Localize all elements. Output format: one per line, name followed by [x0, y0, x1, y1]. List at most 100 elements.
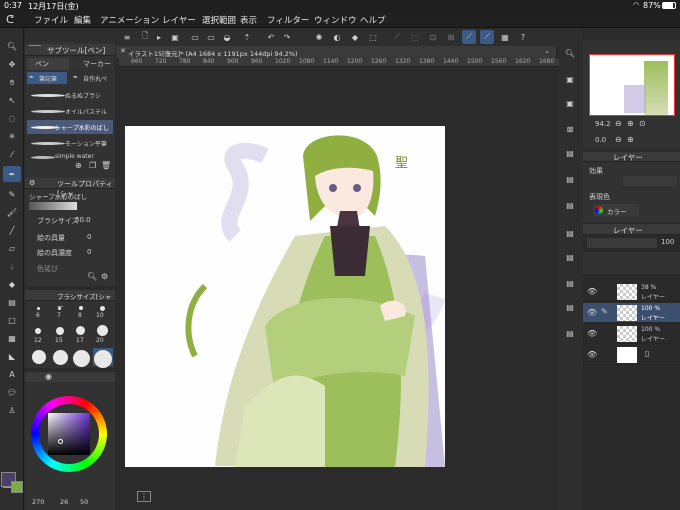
blend-mode-select[interactable]: [587, 238, 657, 248]
magic-wand-icon[interactable]: ✳: [3, 128, 21, 145]
delete-subtool-icon[interactable]: 🗑︎: [101, 161, 111, 170]
undo-icon[interactable]: ↶: [264, 30, 278, 44]
doc3-icon[interactable]: ▤: [563, 226, 577, 240]
brush-size-value[interactable]: 50.0: [75, 216, 91, 224]
eye-icon[interactable]: 👁︎: [587, 308, 597, 317]
invert-selection-icon[interactable]: ⬚: [408, 30, 422, 44]
color-square[interactable]: [48, 413, 90, 455]
companion-icon[interactable]: ▣: [168, 30, 182, 44]
gradient-icon[interactable]: ▤: [3, 294, 21, 311]
menu-layer[interactable]: レイヤー: [162, 14, 196, 26]
color-picker-cursor[interactable]: [58, 439, 63, 444]
fit-icon[interactable]: ⊙: [639, 119, 646, 128]
layer-row[interactable]: 👁︎ 38 % レイヤー: [583, 282, 680, 302]
toggle-panel-icon[interactable]: ▭: [188, 30, 202, 44]
rotate-left-icon[interactable]: ⊖: [615, 135, 622, 144]
document-tab[interactable]: ✕ イラスト15[復元]* (A4 1684 x 1191px 144dpi 9…: [116, 46, 556, 58]
menu-view[interactable]: 表示: [240, 14, 257, 26]
brush-item[interactable]: モーション平筆: [27, 136, 113, 150]
eye-icon[interactable]: 👁︎: [587, 350, 597, 359]
brush-item-selected[interactable]: シャープ水彩のばし: [27, 120, 113, 134]
eye-icon[interactable]: 👁︎: [587, 329, 597, 338]
sub-drawing-color[interactable]: [11, 481, 23, 493]
menu-selection[interactable]: 選択範囲: [202, 14, 236, 26]
brush-size-option[interactable]: 6: [36, 312, 40, 319]
correction-icon[interactable]: ♙: [3, 402, 21, 419]
deselect-icon[interactable]: ⟋: [390, 30, 404, 44]
layer-row-selected[interactable]: 👁︎ ✎ 100 % レイヤー: [583, 303, 680, 323]
tab-brush-set-1[interactable]: ✒ 筆記筆: [27, 72, 67, 84]
brush-size-option[interactable]: 20: [96, 337, 104, 344]
add-subtool-icon[interactable]: ⊕: [75, 161, 82, 170]
brush-size-option[interactable]: 17: [76, 337, 84, 344]
open-icon[interactable]: ▸: [152, 30, 166, 44]
copy-subtool-icon[interactable]: ❐: [89, 161, 96, 170]
brush-item[interactable]: オイルパステル: [27, 104, 113, 118]
tool-detail-icon[interactable]: ⚙︎: [101, 272, 108, 281]
zoom-icon[interactable]: 🔍︎: [3, 38, 21, 55]
fill-icon[interactable]: ◆: [3, 276, 21, 293]
doc5-icon[interactable]: ▤: [563, 276, 577, 290]
lasso-icon[interactable]: ◌: [3, 110, 21, 127]
canvas-artwork[interactable]: 聖: [125, 126, 445, 467]
brush-size-option[interactable]: 10: [96, 312, 104, 319]
doc2-icon[interactable]: ▤: [563, 198, 577, 212]
blend-icon[interactable]: 💧︎: [3, 258, 21, 275]
rotate-value[interactable]: 0.0: [595, 136, 606, 144]
brush-settings-icon[interactable]: 🔍︎: [87, 272, 97, 281]
zoom-fit-icon[interactable]: ◒: [220, 30, 234, 44]
brush-size-option[interactable]: 15: [55, 337, 63, 344]
close-layer-icon[interactable]: ⊠: [563, 122, 577, 136]
airbrush-icon[interactable]: ╱: [3, 222, 21, 239]
eraser-icon[interactable]: ▱: [3, 240, 21, 257]
ruler-icon[interactable]: ◣: [3, 348, 21, 365]
doc4-icon[interactable]: ▤: [563, 250, 577, 264]
app-logo-icon[interactable]: ᕦ: [6, 13, 14, 26]
material-icon[interactable]: ▣: [563, 72, 577, 86]
operation-icon[interactable]: ↖: [3, 92, 21, 109]
brush-size-option[interactable]: 12: [34, 337, 42, 344]
effect-buttons[interactable]: [623, 176, 677, 186]
menu-filter[interactable]: フィルター: [267, 14, 309, 26]
crop-icon[interactable]: ⊡: [426, 30, 440, 44]
paint-amount-value[interactable]: 0: [87, 233, 91, 241]
zoom-in-icon[interactable]: ⊕: [627, 119, 634, 128]
eyedropper-icon[interactable]: ⁄: [3, 146, 21, 163]
hand-icon[interactable]: ✋︎: [3, 74, 21, 91]
zoom-out-icon[interactable]: ⊖: [615, 119, 622, 128]
layer-row-paper[interactable]: 👁︎ ▯: [583, 345, 680, 365]
menu-file[interactable]: ファイル: [34, 14, 68, 26]
search-icon[interactable]: 🔍︎: [563, 46, 577, 60]
figure-icon[interactable]: □: [3, 312, 21, 329]
brush-icon[interactable]: 🖌︎: [3, 204, 21, 221]
brush-size-option[interactable]: 7: [57, 312, 61, 319]
balloon-icon[interactable]: 💬︎: [3, 384, 21, 401]
help-icon[interactable]: ?: [516, 30, 530, 44]
expression-color-select[interactable]: カラー: [593, 204, 639, 216]
frame-icon[interactable]: ▦: [3, 330, 21, 347]
menu-window[interactable]: ウィンドウ: [314, 14, 357, 26]
snap-ruler-icon[interactable]: ⟋: [462, 30, 476, 44]
clear-icon[interactable]: ◐: [330, 30, 344, 44]
menu-edit[interactable]: 編集: [74, 14, 91, 26]
fill-selection-icon[interactable]: ◆: [348, 30, 362, 44]
hamburger-icon[interactable]: ≡: [120, 30, 134, 44]
doc6-icon[interactable]: ▤: [563, 300, 577, 314]
pen-icon[interactable]: ✒: [3, 166, 21, 182]
menu-help[interactable]: ヘルプ: [360, 14, 386, 26]
transform-icon[interactable]: ⬚: [366, 30, 380, 44]
close-tab-icon[interactable]: ✕: [120, 47, 126, 55]
paint-density-value[interactable]: 0: [87, 248, 91, 256]
tab-brush-set-2[interactable]: ✒ 自作丸ペ: [71, 72, 113, 84]
rotate-right-icon[interactable]: ⊕: [627, 135, 634, 144]
snap-grid-icon[interactable]: ▦: [498, 30, 512, 44]
pencil-icon[interactable]: ✎: [3, 186, 21, 203]
doc7-icon[interactable]: ▤: [563, 326, 577, 340]
menu-animation[interactable]: アニメーション: [100, 14, 159, 26]
doc-icon[interactable]: ▤: [563, 172, 577, 186]
redo-icon[interactable]: ↷: [280, 30, 294, 44]
material2-icon[interactable]: ▣: [563, 96, 577, 110]
text-icon[interactable]: A: [3, 366, 21, 383]
navigator-preview[interactable]: [589, 54, 675, 116]
snap-special-icon[interactable]: ⟋: [480, 30, 494, 44]
